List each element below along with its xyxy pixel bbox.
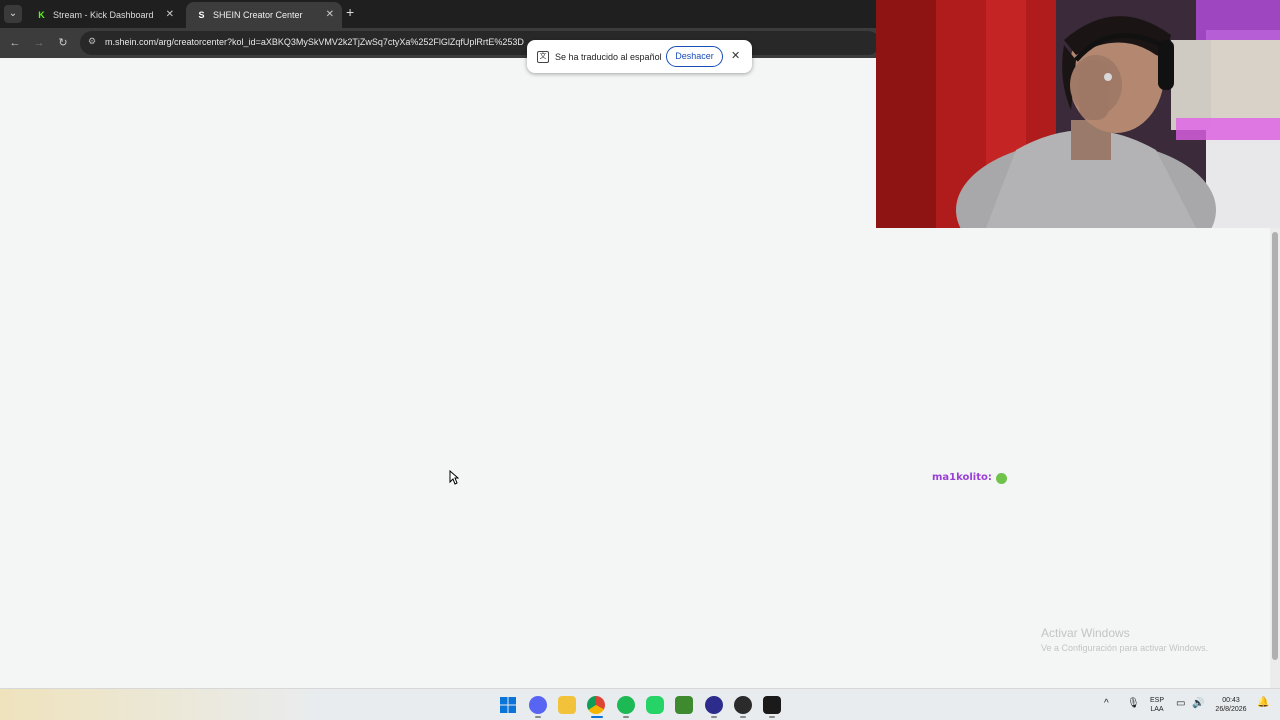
tab-label: SHEIN Creator Center [213,10,303,20]
translate-message: Se ha traducido al español [555,51,662,62]
back-arrow-icon[interactable]: ← [7,35,23,51]
show-hidden-icons-icon[interactable]: ^ [1104,698,1109,720]
network-icon[interactable]: ▭ [1176,698,1185,720]
windows-taskbar: ^ 🎙 ESP LAA ▭ 🔊 00:43 26/8/2026 🔔 [0,688,1280,720]
discord-icon[interactable] [529,696,547,714]
spotify-icon[interactable] [617,696,635,714]
obs-icon[interactable] [734,696,752,714]
chat-emote-icon [996,473,1007,484]
kick-icon: K [38,10,45,20]
translate-icon: 文 [537,50,549,63]
app-circle-icon[interactable] [705,696,723,714]
app-active-indicator [591,716,603,718]
scrollbar-thumb[interactable] [1272,232,1278,660]
clock[interactable]: 00:43 26/8/2026 [1209,696,1253,714]
microphone-icon[interactable]: 🎙 [1127,698,1140,720]
language-indicator[interactable]: ESP LAA [1146,696,1168,714]
webcam-overlay [876,0,1280,228]
app-running-indicator [623,716,629,718]
activate-windows-title: Activar Windows [1041,626,1130,640]
undo-translation-button[interactable]: Deshacer [666,46,723,67]
whatsapp-icon[interactable] [646,696,664,714]
tab-label: Stream - Kick Dashboard [53,10,154,20]
chrome-icon[interactable] [587,696,605,714]
chat-username: ma1kolito: [932,472,992,483]
shein-icon: S [198,10,205,20]
clock-time: 00:43 [1222,697,1240,704]
notification-icon[interactable]: 🔔 [1257,697,1269,720]
tab-close-icon[interactable]: ✕ [326,9,334,20]
app-running-indicator [769,716,775,718]
keyboard-layout: LAA [1150,706,1164,713]
translate-popup: 文 Se ha traducido al español Deshacer ✕ [527,40,752,73]
file-explorer-icon[interactable] [558,696,576,714]
volume-icon[interactable]: 🔊 [1192,698,1204,720]
capcut-icon[interactable] [763,696,781,714]
tab-search-button[interactable]: ⌄ [4,5,22,23]
webcam-image [876,0,1280,228]
tab-shein-creator-center[interactable]: S SHEIN Creator Center ✕ [186,2,342,28]
activate-windows-subtitle: Ve a Configuración para activar Windows. [1041,643,1209,653]
app-running-indicator [740,716,746,718]
clock-date: 26/8/2026 [1215,706,1247,713]
close-icon[interactable]: ✕ [731,49,740,62]
reload-icon[interactable]: ↻ [55,35,71,51]
new-tab-button[interactable]: + [346,4,354,20]
language-code: ESP [1149,697,1164,704]
minecraft-icon[interactable] [675,696,693,714]
app-running-indicator [535,716,541,718]
app-running-indicator [711,716,717,718]
url-text[interactable]: m.shein.com/arg/creatorcenter?kol_id=aXB… [105,37,524,47]
site-info-icon[interactable]: ⚙ [88,36,100,48]
windows-start-icon[interactable] [499,696,517,714]
tab-close-icon[interactable]: ✕ [166,9,174,20]
forward-arrow-icon[interactable]: → [31,35,47,51]
tab-kick-dashboard[interactable]: K Stream - Kick Dashboard ✕ [26,2,182,28]
address-bar[interactable]: ⚙ m.shein.com/arg/creatorcenter?kol_id=a… [80,31,880,55]
mouse-cursor-icon [449,470,459,485]
